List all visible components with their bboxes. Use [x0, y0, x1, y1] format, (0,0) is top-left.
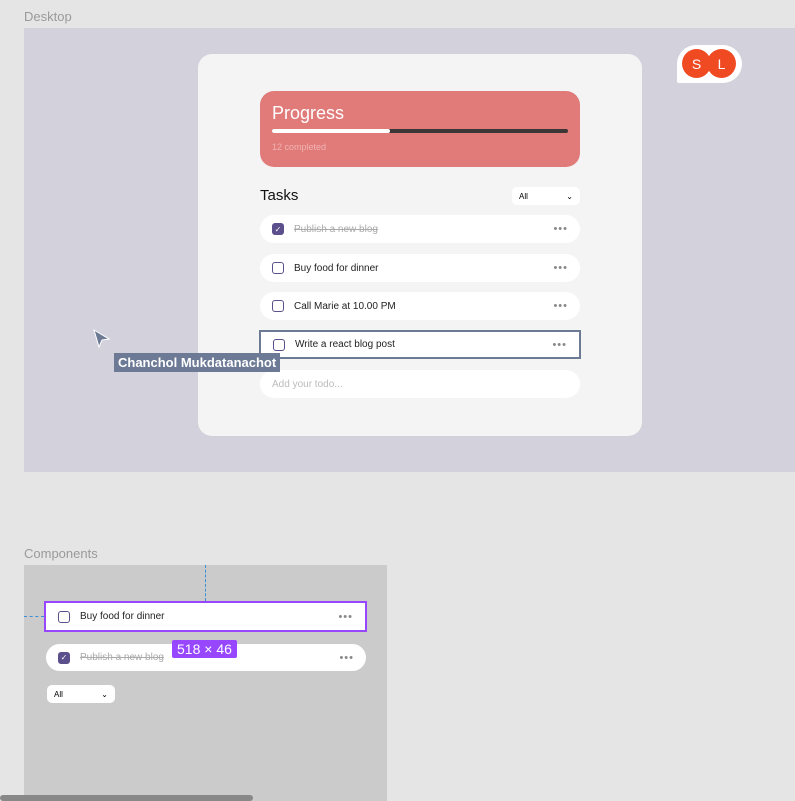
- cursor-icon: [93, 328, 111, 349]
- checkbox-icon[interactable]: [272, 262, 284, 274]
- task-label: Publish a new blog: [294, 223, 378, 235]
- cursor-user-label: Chanchol Mukdatanachot: [114, 353, 281, 372]
- filter-value: All: [54, 689, 63, 699]
- more-icon[interactable]: •••: [339, 652, 354, 664]
- component-task-row-selected[interactable]: Buy food for dinner •••: [44, 601, 367, 632]
- more-icon[interactable]: •••: [338, 611, 353, 623]
- spacing-guide: [24, 616, 44, 617]
- filter-select[interactable]: All ⌄: [512, 187, 580, 205]
- more-icon[interactable]: •••: [552, 339, 567, 351]
- frame-label-components[interactable]: Components: [24, 546, 98, 561]
- checkbox-icon[interactable]: [273, 338, 285, 351]
- progress-card: Progress 12 completed: [260, 91, 580, 167]
- more-icon[interactable]: •••: [553, 300, 568, 312]
- add-todo-input[interactable]: Add your todo...: [260, 370, 580, 398]
- checkbox-checked-icon[interactable]: ✓: [272, 223, 284, 235]
- task-row[interactable]: ✓ Publish a new blog •••: [260, 215, 580, 243]
- tasks-title: Tasks: [260, 187, 299, 204]
- chevron-down-icon: ⌄: [101, 689, 108, 699]
- checkbox-checked-icon[interactable]: ✓: [58, 651, 70, 664]
- checkbox-icon[interactable]: [58, 610, 70, 623]
- task-label: Buy food for dinner: [294, 262, 379, 274]
- task-label: Call Marie at 10.00 PM: [294, 300, 396, 312]
- avatar[interactable]: L: [707, 49, 736, 78]
- chevron-down-icon: ⌄: [566, 191, 573, 201]
- more-icon[interactable]: •••: [553, 223, 568, 235]
- frame-label-desktop[interactable]: Desktop: [24, 9, 72, 24]
- horizontal-scrollbar[interactable]: [0, 795, 253, 801]
- more-icon[interactable]: •••: [553, 262, 568, 274]
- progress-bar: [272, 129, 568, 133]
- progress-title: Progress: [272, 103, 345, 123]
- task-label: Write a react blog post: [295, 339, 395, 350]
- component-filter-select[interactable]: All ⌄: [47, 685, 115, 703]
- task-label: Buy food for dinner: [80, 611, 165, 622]
- checkbox-icon[interactable]: [272, 300, 284, 312]
- progress-fill: [272, 129, 391, 133]
- size-badge: 518 × 46: [172, 640, 237, 658]
- task-row[interactable]: Buy food for dinner •••: [260, 254, 580, 282]
- collaborators: S L: [677, 45, 742, 83]
- task-row-hovered[interactable]: Write a react blog post •••: [259, 330, 581, 359]
- task-row[interactable]: Call Marie at 10.00 PM •••: [260, 292, 580, 320]
- task-label: Publish a new blog: [80, 652, 164, 663]
- filter-value: All: [519, 191, 528, 201]
- spacing-guide: [205, 565, 206, 601]
- progress-completed: 12 completed: [272, 142, 327, 152]
